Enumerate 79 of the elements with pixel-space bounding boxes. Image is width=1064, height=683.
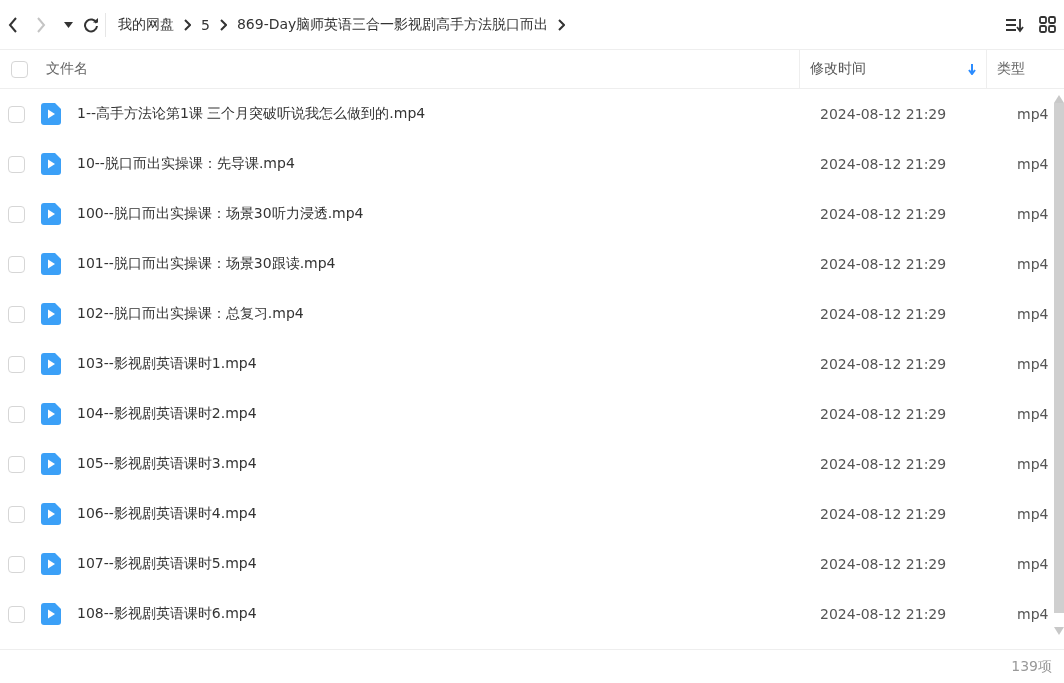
- dropdown-button[interactable]: [64, 21, 73, 28]
- video-file-icon: [41, 253, 61, 275]
- row-checkbox[interactable]: [8, 155, 25, 173]
- file-name[interactable]: 103--影视剧英语课时1.mp4: [77, 355, 257, 373]
- modified-date: 2024-08-12 21:29: [819, 456, 948, 472]
- modified-date: 2024-08-12 21:29: [819, 356, 948, 372]
- row-checkbox[interactable]: [8, 455, 25, 473]
- video-file-icon: [41, 553, 61, 575]
- chevron-right-icon: [184, 18, 191, 31]
- video-file-icon: [41, 103, 61, 125]
- modified-date: 2024-08-12 21:29: [819, 606, 948, 622]
- row-checkbox[interactable]: [8, 605, 25, 623]
- row-checkbox[interactable]: [8, 555, 25, 573]
- file-type: mp4: [1016, 556, 1049, 572]
- file-type: mp4: [1016, 306, 1049, 322]
- video-file-icon: [41, 353, 61, 375]
- file-name[interactable]: 100--脱口而出实操课：场景30听力浸透.mp4: [77, 205, 364, 223]
- video-file-icon: [41, 153, 61, 175]
- file-name[interactable]: 104--影视剧英语课时2.mp4: [77, 405, 257, 423]
- column-header[interactable]: 文件名: [46, 60, 88, 78]
- file-name[interactable]: 107--影视剧英语课时5.mp4: [77, 555, 257, 573]
- scrollbar-thumb[interactable]: [1053, 103, 1064, 613]
- back-button[interactable]: [8, 16, 18, 33]
- modified-date: 2024-08-12 21:29: [819, 406, 948, 422]
- modified-date: 2024-08-12 21:29: [819, 506, 948, 522]
- video-file-icon: [41, 453, 61, 475]
- file-type: mp4: [1016, 156, 1049, 172]
- file-name[interactable]: 105--影视剧英语课时3.mp4: [77, 455, 257, 473]
- breadcrumb-link[interactable]: 5: [201, 16, 210, 33]
- item-count: 139项: [1011, 657, 1052, 676]
- file-type: mp4: [1016, 106, 1049, 122]
- sort-icon: [1005, 16, 1025, 33]
- row-checkbox[interactable]: [8, 355, 25, 373]
- file-name[interactable]: 108--影视剧英语课时6.mp4: [77, 605, 257, 623]
- video-file-icon: [41, 503, 61, 525]
- modified-date: 2024-08-12 21:29: [819, 106, 948, 122]
- grid-icon: [1039, 16, 1056, 33]
- chevron-left-icon: [8, 16, 18, 33]
- sort-button[interactable]: [1005, 16, 1025, 33]
- video-file-icon: [41, 303, 61, 325]
- row-checkbox[interactable]: [8, 505, 25, 523]
- file-name[interactable]: 106--影视剧英语课时4.mp4: [77, 505, 257, 523]
- file-name[interactable]: 102--脱口而出实操课：总复习.mp4: [77, 305, 304, 323]
- file-type: mp4: [1016, 606, 1049, 622]
- grid-view-button[interactable]: [1039, 16, 1056, 33]
- file-name[interactable]: 101--脱口而出实操课：场景30跟读.mp4: [77, 255, 336, 273]
- column-header[interactable]: 类型: [997, 60, 1025, 78]
- row-checkbox[interactable]: [8, 105, 25, 123]
- row-checkbox[interactable]: [8, 305, 25, 323]
- row-checkbox[interactable]: [8, 205, 25, 223]
- chevron-right-icon: [36, 16, 46, 33]
- file-type: mp4: [1016, 356, 1049, 372]
- modified-date: 2024-08-12 21:29: [819, 256, 948, 272]
- video-file-icon: [41, 203, 61, 225]
- refresh-button[interactable]: [83, 16, 99, 33]
- file-type: mp4: [1016, 456, 1049, 472]
- chevron-right-icon: [558, 18, 566, 31]
- file-type: mp4: [1016, 506, 1049, 522]
- file-name[interactable]: 1--高手方法论第1课 三个月突破听说我怎么做到的.mp4: [77, 105, 426, 123]
- file-type: mp4: [1016, 256, 1049, 272]
- modified-date: 2024-08-12 21:29: [819, 556, 948, 572]
- select-all-checkbox[interactable]: [11, 60, 28, 78]
- caret-down-icon: [64, 21, 73, 28]
- modified-date: 2024-08-12 21:29: [819, 156, 948, 172]
- refresh-icon: [83, 16, 99, 33]
- row-checkbox[interactable]: [8, 255, 25, 273]
- video-file-icon: [41, 403, 61, 425]
- file-type: mp4: [1016, 406, 1049, 422]
- file-type: mp4: [1016, 206, 1049, 222]
- file-name[interactable]: 10--脱口而出实操课：先导课.mp4: [77, 155, 295, 173]
- breadcrumb-link[interactable]: 869-Day脑师英语三合一影视剧高手方法脱口而出: [236, 15, 549, 34]
- modified-date: 2024-08-12 21:29: [819, 306, 948, 322]
- row-checkbox[interactable]: [8, 405, 25, 423]
- scroll-down-icon: [1053, 627, 1064, 635]
- breadcrumb-link[interactable]: 我的网盘: [118, 15, 174, 34]
- column-header[interactable]: 修改时间: [810, 60, 866, 78]
- modified-date: 2024-08-12 21:29: [819, 206, 948, 222]
- video-file-icon: [41, 603, 61, 625]
- chevron-right-icon: [219, 18, 227, 31]
